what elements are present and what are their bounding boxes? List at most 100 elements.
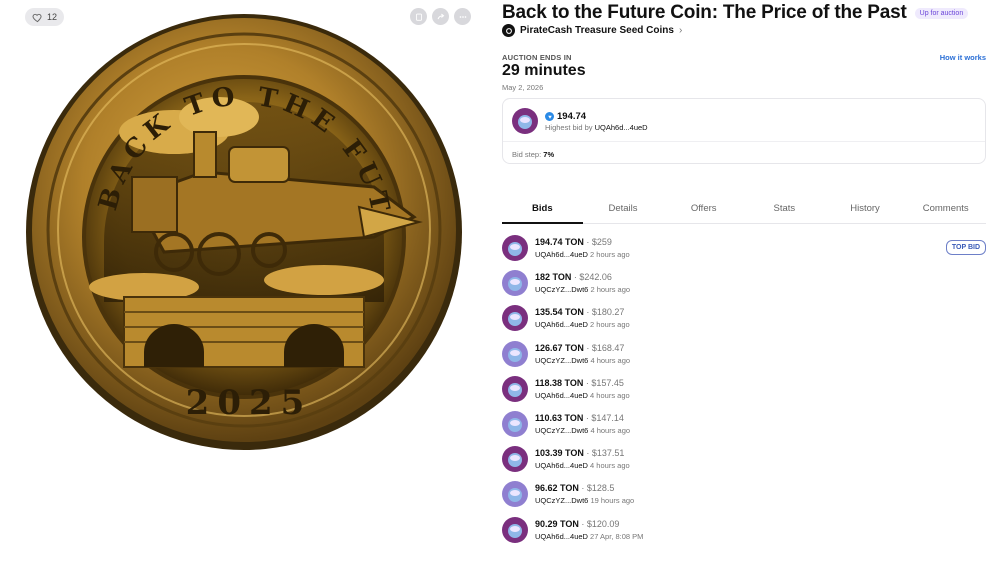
bid-time: 4 hours ago [590,355,631,365]
highest-bid-value: 194.74 [557,111,587,122]
bidder-address[interactable]: UQAh6d...4ueD [535,320,588,329]
bid-meta-line: UQCzYZ...Dwt6 2 hours ago [535,285,630,294]
bid-time: 2 hours ago [590,320,630,330]
bid-amount-line: 182 TON · $242.06 [535,272,612,282]
ton-icon [545,112,554,121]
auction-time-left: 29 minutes [502,62,586,79]
avatar[interactable] [502,270,528,297]
bid-time: 4 hours ago [590,425,631,435]
bid-amount: 110.63 TON [535,412,584,423]
bid-meta-line: UQCzYZ...Dwt6 4 hours ago [535,426,630,435]
bid-usd: $128.5 [586,483,615,494]
highest-bidder-address[interactable]: UQAh6d...4ueD [595,123,648,132]
bid-row: 118.38 TON · $157.45 UQAh6d...4ueD 4 hour… [502,375,986,410]
bid-separator: · [583,307,592,318]
coin-year: 2025 [186,383,313,423]
bid-usd: $147.14 [591,412,624,423]
bidder-address[interactable]: UQAh6d...4ueD [535,391,588,400]
bid-amount: 90.29 TON [535,518,579,529]
tab-offers[interactable]: Offers [663,196,744,223]
collection-logo-icon [502,24,515,37]
bid-meta-line: UQAh6d...4ueD 27 Apr, 8:08 PM [535,532,643,541]
highest-bidder: Highest bid by UQAh6d...4ueD [545,123,648,132]
bid-amount: 194.74 TON [535,237,584,247]
collection-name: PirateCash Treasure Seed Coins [520,25,674,36]
bid-separator: · [578,518,587,529]
bidder-address[interactable]: UQCzYZ...Dwt6 [535,496,588,505]
bidder-address[interactable]: UQAh6d...4ueD [535,532,588,541]
avatar[interactable] [502,481,528,508]
bid-row: 90.29 TON · $120.09 UQAh6d...4ueD 27 Apr,… [502,516,986,551]
bid-usd: $137.51 [591,448,625,459]
bid-meta-line: UQCzYZ...Dwt6 19 hours ago [535,496,634,505]
status-badge: Up for auction [914,7,969,19]
bid-meta-line: UQAh6d...4ueD 4 hours ago [535,391,630,400]
auction-end-date: May 2, 2026 [502,83,544,92]
bid-amount: 103.39 TON [535,448,584,459]
bid-usd: $168.47 [591,342,625,353]
bid-amount-line: 194.74 TON · $259 [535,237,612,247]
bid-amount-line: 118.38 TON · $157.45 [535,378,624,388]
bid-time: 2 hours ago [590,250,630,259]
tab-comments[interactable]: Comments [905,196,986,223]
bid-amount: 182 TON [535,272,572,283]
bidder-address[interactable]: UQAh6d...4ueD [535,250,588,259]
tab-stats[interactable]: Stats [744,196,825,223]
bid-amount-line: 96.62 TON · $128.5 [535,483,614,493]
media-panel: 12 BACK TO THE FUT 2025 [0,0,490,584]
bid-row: 182 TON · $242.06 UQCzYZ...Dwt6 2 hours a… [502,269,986,304]
bid-meta-line: UQAh6d...4ueD 2 hours ago [535,250,630,259]
page-title: Back to the Future Coin: The Price of th… [502,2,907,23]
bid-meta-line: UQAh6d...4ueD 4 hours ago [535,461,630,470]
how-it-works-link[interactable]: How it works [940,53,986,62]
bid-usd: $180.27 [591,307,625,318]
bidder-address[interactable]: UQCzYZ...Dwt6 [535,356,588,365]
bid-amount-line: 103.39 TON · $137.51 [535,448,624,458]
bid-amount: 126.67 TON [535,342,584,353]
avatar[interactable] [502,446,528,473]
bid-time: 4 hours ago [590,461,630,471]
bid-time: 4 hours ago [590,390,630,400]
bridge-engraving [123,296,365,368]
bid-step-value: 7% [543,150,555,159]
bid-time: 2 hours ago [590,285,631,295]
bidder-address[interactable]: UQCzYZ...Dwt6 [535,426,588,435]
title-row: Back to the Future Coin: The Price of th… [502,2,969,24]
bid-row: 96.62 TON · $128.5 UQCzYZ...Dwt6 19 hours… [502,480,986,515]
bid-amount: 135.54 TON [535,307,584,318]
bid-amount-line: 110.63 TON · $147.14 [535,413,624,423]
bid-meta-line: UQCzYZ...Dwt6 4 hours ago [535,356,630,365]
bid-amount: 118.38 TON [535,377,584,388]
coin-image: BACK TO THE FUTURE 2025 [24,12,462,450]
auction-ends-label: AUCTION ENDS IN [502,53,572,62]
tab-details[interactable]: Details [583,196,664,223]
bid-amount: 96.62 TON [535,483,579,494]
avatar[interactable] [502,375,528,402]
highest-bid-card: 194.74 Highest bid by UQAh6d...4ueD Bid … [502,98,986,164]
bid-separator: · [578,483,587,494]
bid-step-label: Bid step: [512,150,542,159]
bidder-address[interactable]: UQAh6d...4ueD [535,461,588,470]
bid-usd: $259 [591,237,612,247]
avatar[interactable] [502,410,528,437]
collection-link[interactable]: PirateCash Treasure Seed Coins › [502,24,682,37]
bid-amount-line: 135.54 TON · $180.27 [535,307,624,317]
avatar[interactable] [502,340,528,367]
avatar[interactable] [502,305,528,332]
avatar[interactable] [502,235,528,261]
bid-separator: · [583,237,592,247]
bid-time: 19 hours ago [590,496,635,506]
tab-history[interactable]: History [825,196,906,223]
bid-usd: $157.45 [591,377,624,388]
bid-separator: · [583,448,592,459]
tab-bids[interactable]: Bids [502,196,583,224]
bid-step: Bid step: 7% [512,150,554,159]
avatar [512,108,538,134]
bids-list: 194.74 TON · $259 UQAh6d...4ueD 2 hours a… [502,234,986,551]
top-bid-badge: TOP BID [945,240,986,255]
bid-usd: $242.06 [579,272,612,283]
bid-row: 135.54 TON · $180.27 UQAh6d...4ueD 2 hour… [502,304,986,339]
avatar[interactable] [502,516,528,543]
bid-usd: $120.09 [586,518,620,529]
bidder-address[interactable]: UQCzYZ...Dwt6 [535,285,588,294]
